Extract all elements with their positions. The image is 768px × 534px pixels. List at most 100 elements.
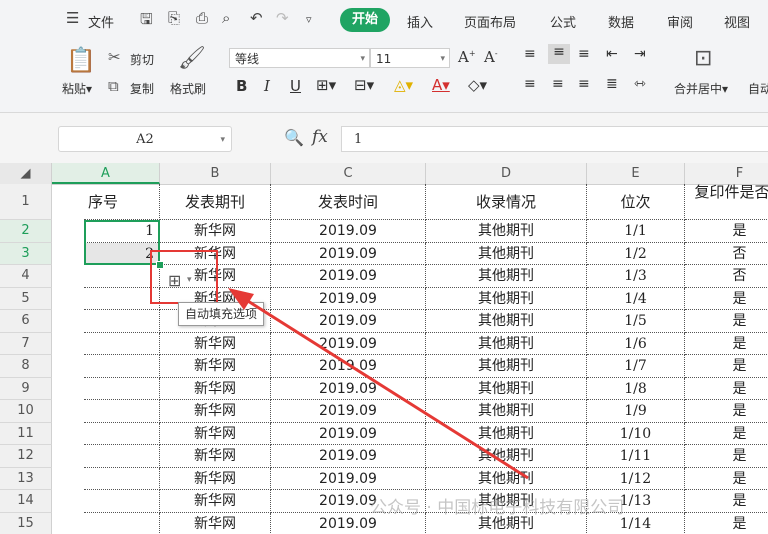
cell-journal[interactable]: 新华网 xyxy=(160,512,271,534)
cell-index[interactable]: 其他期刊 xyxy=(426,287,587,310)
cell-index[interactable]: 其他期刊 xyxy=(426,310,587,333)
cell-index[interactable]: 其他期刊 xyxy=(426,377,587,400)
cell-copy-submitted[interactable]: 是 xyxy=(685,288,768,310)
cell-date[interactable]: 2019.09 xyxy=(271,287,426,310)
row-header[interactable]: 8 xyxy=(0,355,52,378)
cell-copy-submitted[interactable]: 否 xyxy=(685,265,768,288)
cell-seq[interactable] xyxy=(84,310,160,333)
cell-index[interactable]: 其他期刊 xyxy=(426,400,587,423)
undo-icon[interactable]: ↶ xyxy=(250,9,263,27)
copy-icon[interactable]: ⧉ xyxy=(108,77,119,95)
cell-rank[interactable]: 1/9 xyxy=(587,400,685,423)
cell-seq[interactable] xyxy=(84,467,160,490)
decrease-indent-icon[interactable]: ⇤ xyxy=(606,46,618,62)
row-header[interactable]: 9 xyxy=(0,377,52,400)
cell-copy-submitted[interactable]: 是 xyxy=(685,400,768,423)
cell-index[interactable]: 其他期刊 xyxy=(426,265,587,288)
header-cell-copy-submitted[interactable]: 复印件是否交 xyxy=(685,184,768,220)
tab-formulas[interactable]: 公式 xyxy=(550,12,576,31)
format-painter-button[interactable]: 格式刷 xyxy=(170,80,206,97)
header-cell-rank[interactable]: 位次 xyxy=(587,184,685,220)
cell-seq[interactable]: 1 xyxy=(84,220,160,243)
paste-button[interactable]: 粘贴▾ xyxy=(62,80,92,97)
column-header-e[interactable]: E xyxy=(587,163,685,184)
cell-date[interactable]: 2019.09 xyxy=(271,220,426,243)
cell-rank[interactable]: 1/2 xyxy=(587,242,685,265)
cell-seq[interactable] xyxy=(84,332,160,355)
cell-journal[interactable]: 新华网 xyxy=(160,220,271,243)
decrease-font-icon[interactable]: A- xyxy=(484,48,498,66)
cell-date[interactable]: 2019.09 xyxy=(271,310,426,333)
file-menu[interactable]: 文件 xyxy=(88,12,114,31)
align-bottom-icon[interactable]: ≡ xyxy=(578,46,590,62)
row-header[interactable]: 7 xyxy=(0,332,52,355)
italic-icon[interactable]: I xyxy=(264,77,270,95)
cell-copy-submitted[interactable]: 是 xyxy=(685,468,768,490)
row-header[interactable]: 10 xyxy=(0,400,52,423)
cell-seq[interactable] xyxy=(84,422,160,445)
cell-rank[interactable]: 1/5 xyxy=(587,310,685,333)
cut-button[interactable]: 剪切 xyxy=(130,51,154,68)
save-icon[interactable]: 🖫 xyxy=(140,9,153,34)
border-icon[interactable]: ⊞▾ xyxy=(316,76,336,94)
cell-journal[interactable]: 新华网 xyxy=(160,332,271,355)
cell-copy-submitted[interactable]: 是 xyxy=(685,220,768,243)
cell-rank[interactable]: 1/7 xyxy=(587,355,685,378)
increase-font-icon[interactable]: A+ xyxy=(458,48,476,66)
tab-page-layout[interactable]: 页面布局 xyxy=(464,12,516,31)
autowrap-button[interactable]: 自动 xyxy=(748,80,768,97)
row-header[interactable]: 2 xyxy=(0,220,52,243)
row-header[interactable]: 4 xyxy=(0,265,52,288)
row-header[interactable]: 11 xyxy=(0,422,52,445)
cell-date[interactable]: 2019.09 xyxy=(271,332,426,355)
copy-button[interactable]: 复制 xyxy=(130,80,154,97)
paste-icon[interactable]: 📋 xyxy=(66,46,96,74)
clear-format-icon[interactable]: ◇▾ xyxy=(468,76,487,94)
cell-index[interactable]: 其他期刊 xyxy=(426,332,587,355)
insert-function-icon[interactable]: fx xyxy=(312,127,328,147)
align-left-icon[interactable]: ≡ xyxy=(524,76,536,92)
align-top-icon[interactable]: ≡ xyxy=(524,46,536,62)
cell-date[interactable]: 2019.09 xyxy=(271,355,426,378)
font-color-icon[interactable]: A▾ xyxy=(432,76,450,94)
column-header-c[interactable]: C xyxy=(271,163,426,184)
cell-index[interactable]: 其他期刊 xyxy=(426,355,587,378)
cell-journal[interactable]: 新华网 xyxy=(160,445,271,468)
cell-date[interactable]: 2019.09 xyxy=(271,445,426,468)
align-middle-icon[interactable]: ≡ xyxy=(548,44,570,64)
row-header[interactable]: 3 xyxy=(0,242,52,265)
cell-rank[interactable]: 1/11 xyxy=(587,445,685,468)
header-cell-journal[interactable]: 发表期刊 xyxy=(160,184,271,220)
cell-journal[interactable]: 新华网 xyxy=(160,422,271,445)
cell-journal[interactable]: 新华网 xyxy=(160,490,271,513)
cell-date[interactable]: 2019.09 xyxy=(271,242,426,265)
cell-rank[interactable]: 1/3 xyxy=(587,265,685,288)
tab-review[interactable]: 审阅 xyxy=(667,12,693,31)
cell-seq[interactable] xyxy=(84,377,160,400)
name-box[interactable]: A2 ▾ xyxy=(58,126,232,152)
cell-copy-submitted[interactable]: 是 xyxy=(685,355,768,378)
cell-seq[interactable] xyxy=(84,490,160,513)
cell-seq[interactable] xyxy=(84,512,160,534)
cell-seq[interactable] xyxy=(84,400,160,423)
cell-seq[interactable] xyxy=(84,265,160,288)
redo-icon[interactable]: ↷ xyxy=(276,9,289,27)
cell-journal[interactable]: 新华网 xyxy=(160,355,271,378)
cell-rank[interactable]: 1/8 xyxy=(587,377,685,400)
zoom-search-icon[interactable]: 🔍 xyxy=(284,128,304,147)
row-header[interactable]: 13 xyxy=(0,467,52,490)
cell-index[interactable]: 其他期刊 xyxy=(426,422,587,445)
cell-seq[interactable] xyxy=(84,287,160,310)
cell-date[interactable]: 2019.09 xyxy=(271,377,426,400)
tab-insert[interactable]: 插入 xyxy=(407,12,433,31)
merge-center-button[interactable]: 合并居中▾ xyxy=(674,80,728,97)
row-header[interactable]: 6 xyxy=(0,310,52,333)
row-header[interactable]: 12 xyxy=(0,445,52,468)
tab-view[interactable]: 视图 xyxy=(724,12,750,31)
cell-journal[interactable]: 新华网 xyxy=(160,400,271,423)
tab-data[interactable]: 数据 xyxy=(608,12,634,31)
row-header[interactable]: 5 xyxy=(0,287,52,310)
font-name-select[interactable]: 等线 ▾ xyxy=(229,48,370,68)
cut-icon[interactable]: ✂ xyxy=(108,48,121,66)
distributed-icon[interactable]: ⇿ xyxy=(634,76,646,92)
